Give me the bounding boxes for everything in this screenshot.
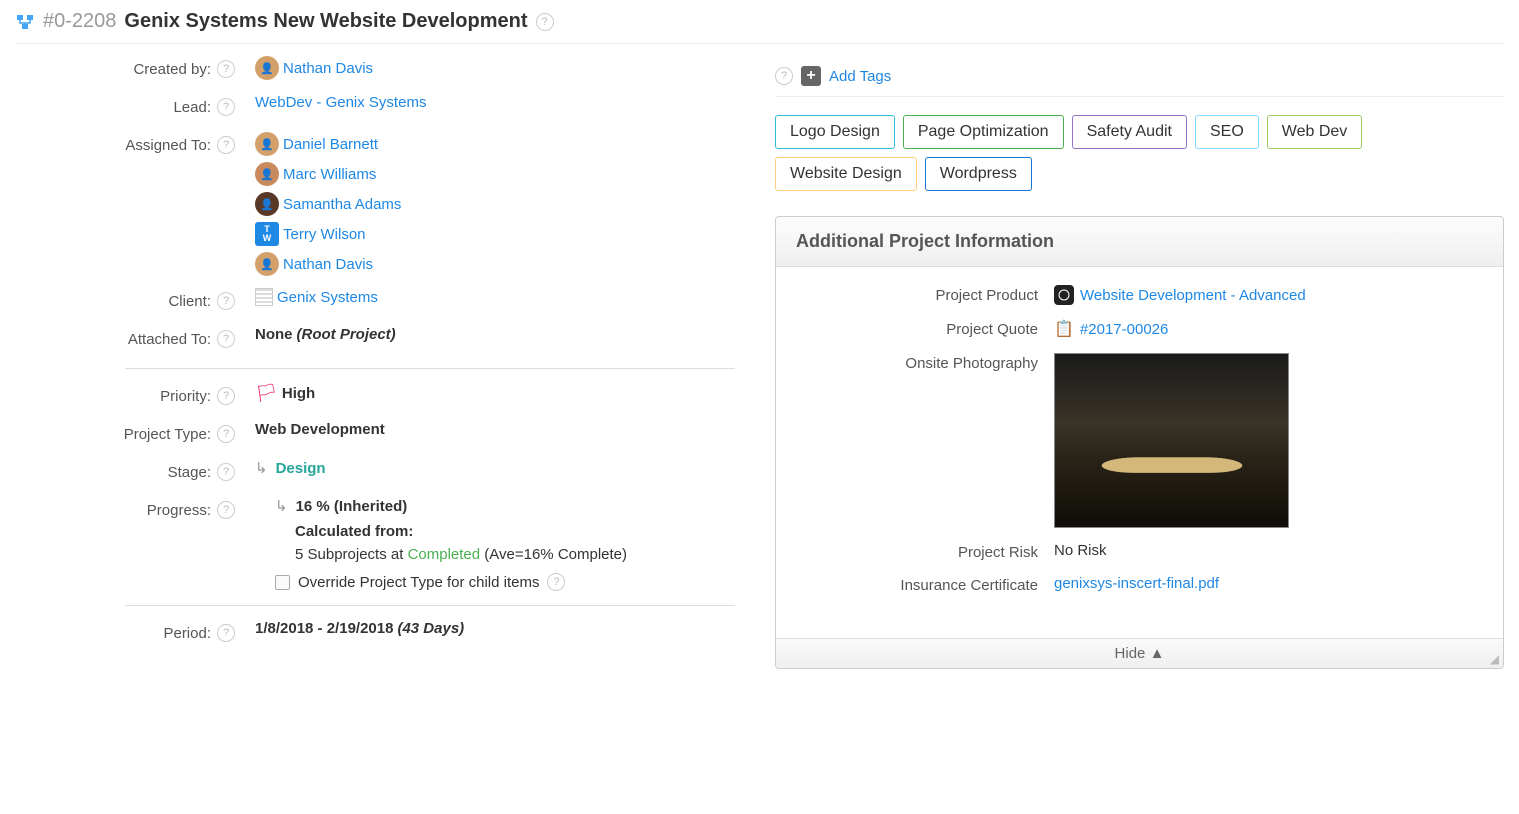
stage-label: Stage: (168, 464, 211, 481)
help-icon[interactable]: ? (217, 501, 235, 519)
tag[interactable]: Page Optimization (903, 115, 1064, 149)
help-icon[interactable]: ? (547, 573, 565, 591)
help-icon[interactable]: ? (217, 98, 235, 116)
chevron-up-icon: ▲ (1150, 645, 1165, 662)
help-icon[interactable]: ? (217, 425, 235, 443)
assigned-user: TWTerry Wilson (255, 222, 735, 246)
photo-label: Onsite Photography (798, 353, 1038, 372)
assigned-user: 👤Nathan Davis (255, 252, 735, 276)
attached-root: (Root Project) (297, 326, 396, 343)
avatar: 👤 (255, 252, 279, 276)
team-avatar: TW (255, 222, 279, 246)
risk-value: No Risk (1054, 542, 1107, 559)
override-label: Override Project Type for child items (298, 574, 539, 591)
progress-label: Progress: (147, 502, 211, 519)
sidebar-column: ? + Add Tags Logo DesignPage Optimizatio… (775, 56, 1504, 669)
assigned-user-link[interactable]: Nathan Davis (283, 256, 373, 273)
divider (125, 368, 735, 369)
created-by-user[interactable]: Nathan Davis (283, 60, 373, 77)
resize-grip-icon[interactable]: ◢ (1490, 652, 1499, 666)
help-icon[interactable]: ? (775, 67, 793, 85)
panel-hide-button[interactable]: Hide ▲ ◢ (776, 638, 1503, 668)
product-label: Project Product (798, 285, 1038, 304)
assigned-user-link[interactable]: Marc Williams (283, 166, 376, 183)
created-by-label: Created by: (133, 61, 211, 78)
tag[interactable]: Safety Audit (1072, 115, 1187, 149)
product-icon (1054, 285, 1074, 305)
help-icon[interactable]: ? (217, 330, 235, 348)
period-label: Period: (163, 625, 211, 642)
tag[interactable]: Website Design (775, 157, 917, 191)
help-icon[interactable]: ? (217, 292, 235, 310)
project-id: #0-2208 (43, 10, 116, 33)
assigned-user-link[interactable]: Daniel Barnett (283, 136, 378, 153)
quote-label: Project Quote (798, 319, 1038, 338)
building-icon (255, 288, 273, 306)
stage-link[interactable]: Design (276, 460, 326, 477)
details-column: Created by:? 👤 Nathan Davis Lead:? WebDe… (15, 56, 735, 669)
tag[interactable]: Wordpress (925, 157, 1032, 191)
inherit-icon: ↳ (275, 497, 288, 515)
attached-to-label: Attached To: (128, 331, 211, 348)
progress-sub-prefix: 5 Subprojects at (295, 546, 408, 563)
project-icon (15, 12, 35, 32)
additional-info-panel: Additional Project Information Project P… (775, 216, 1504, 669)
progress-sub-status: Completed (408, 546, 481, 563)
client-link[interactable]: Genix Systems (277, 289, 378, 306)
attached-none: None (255, 326, 293, 343)
project-type-label: Project Type: (124, 426, 211, 443)
add-tags-link[interactable]: Add Tags (829, 68, 891, 85)
avatar: 👤 (255, 162, 279, 186)
assigned-list: 👤Daniel Barnett👤Marc Williams👤Samantha A… (235, 132, 735, 278)
assigned-user-link[interactable]: Samantha Adams (283, 196, 401, 213)
product-link[interactable]: Website Development - Advanced (1080, 287, 1306, 304)
avatar: 👤 (255, 192, 279, 216)
divider (125, 605, 735, 606)
onsite-photo[interactable] (1054, 353, 1289, 528)
progress-sub-suffix: (Ave=16% Complete) (480, 546, 627, 563)
progress-value: 16 % (Inherited) (296, 498, 408, 515)
help-icon[interactable]: ? (217, 387, 235, 405)
lead-label: Lead: (173, 99, 211, 116)
project-title: Genix Systems New Website Development (124, 10, 527, 33)
help-icon[interactable]: ? (536, 13, 554, 31)
tags-list: Logo DesignPage OptimizationSafety Audit… (775, 115, 1504, 191)
lead-link[interactable]: WebDev - Genix Systems (255, 94, 735, 111)
insurance-label: Insurance Certificate (798, 575, 1038, 594)
assigned-user: 👤Samantha Adams (255, 192, 735, 216)
help-icon[interactable]: ? (217, 463, 235, 481)
risk-label: Project Risk (798, 542, 1038, 561)
avatar: 👤 (255, 56, 279, 80)
override-checkbox[interactable] (275, 575, 290, 590)
priority-label: Priority: (160, 388, 211, 405)
add-tag-icon[interactable]: + (801, 66, 821, 86)
inherit-icon: ↳ (255, 459, 268, 477)
help-icon[interactable]: ? (217, 136, 235, 154)
assigned-user-link[interactable]: Terry Wilson (283, 226, 366, 243)
assigned-user: 👤Daniel Barnett (255, 132, 735, 156)
project-type-value: Web Development (255, 421, 735, 438)
period-days: (43 Days) (397, 620, 464, 637)
tag[interactable]: Logo Design (775, 115, 895, 149)
quote-icon: 📋 (1054, 319, 1074, 339)
progress-calc-label: Calculated from: (295, 523, 413, 540)
tag[interactable]: SEO (1195, 115, 1259, 149)
client-label: Client: (168, 293, 211, 310)
avatar: 👤 (255, 132, 279, 156)
period-range: 1/8/2018 - 2/19/2018 (255, 620, 393, 637)
insurance-link[interactable]: genixsys-inscert-final.pdf (1054, 575, 1219, 592)
assigned-to-label: Assigned To: (125, 137, 211, 154)
page-header: #0-2208 Genix Systems New Website Develo… (15, 10, 1504, 44)
panel-title: Additional Project Information (796, 231, 1054, 251)
help-icon[interactable]: ? (217, 624, 235, 642)
tag[interactable]: Web Dev (1267, 115, 1363, 149)
priority-high-icon: 🏳 (255, 383, 278, 404)
hide-label: Hide (1115, 645, 1146, 662)
assigned-user: 👤Marc Williams (255, 162, 735, 186)
quote-link[interactable]: #2017-00026 (1080, 321, 1168, 338)
help-icon[interactable]: ? (217, 60, 235, 78)
priority-value: High (282, 385, 315, 402)
